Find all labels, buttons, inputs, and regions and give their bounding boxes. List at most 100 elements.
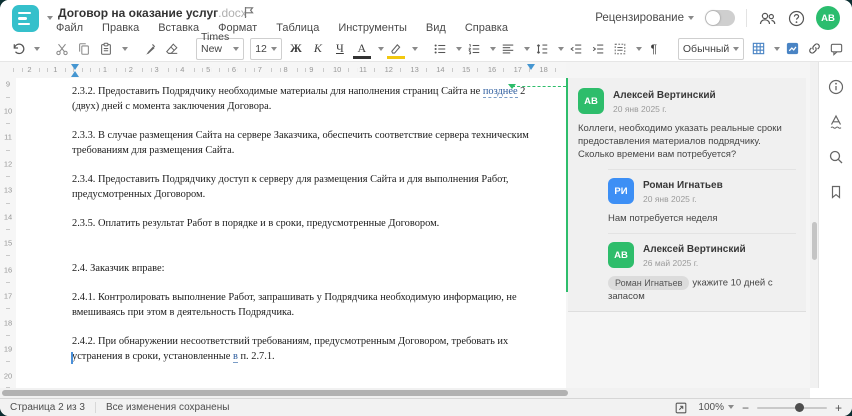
menu-table[interactable]: Таблица — [276, 22, 319, 34]
bookmark-icon[interactable] — [827, 183, 845, 201]
right-sidebar — [818, 62, 852, 388]
paragraph-style-select[interactable]: Обычный — [677, 37, 745, 60]
align-caret-icon[interactable] — [523, 46, 530, 51]
decrease-indent-button[interactable] — [566, 38, 586, 60]
insert-table-caret-icon[interactable] — [774, 46, 781, 51]
first-line-indent-marker[interactable] — [71, 64, 79, 70]
cut-button[interactable] — [52, 38, 72, 60]
paragraph-text: п. 2.7.1. — [237, 351, 275, 362]
numbered-list-button[interactable] — [464, 38, 484, 60]
paragraph-style-value: Обычный — [682, 42, 730, 55]
paragraph-settings-caret-icon[interactable] — [635, 46, 642, 51]
paragraph-2-3-4[interactable]: 2.3.4. Предоставить Подрядчику доступ к … — [72, 172, 534, 202]
fit-page-icon[interactable] — [672, 399, 690, 416]
paste-button[interactable] — [96, 38, 116, 60]
tracked-change-word[interactable]: позднее — [482, 86, 518, 98]
font-size-select[interactable]: 12 — [250, 37, 282, 60]
numbered-list-caret-icon[interactable] — [489, 46, 496, 51]
highlight-caret-icon[interactable] — [411, 46, 418, 51]
comment-author: Роман Игнатьев — [643, 180, 723, 191]
font-name-caret-icon — [233, 46, 240, 51]
comment-reply-item[interactable]: РИ Роман Игнатьев 20 янв 2025 г. Нам пот… — [608, 169, 796, 225]
menu-help[interactable]: Справка — [465, 22, 508, 34]
more-toolbar-button[interactable]: ··· — [848, 38, 852, 60]
menubar: Файл Правка Вставка Формат Таблица Инстр… — [56, 22, 508, 34]
font-color-caret-icon[interactable] — [377, 46, 384, 51]
bullet-list-caret-icon[interactable] — [455, 46, 462, 51]
italic-button[interactable]: К — [308, 38, 328, 60]
document-page[interactable]: 2.3.2. Предоставить Подрядчику необходим… — [16, 78, 566, 388]
search-icon[interactable] — [827, 148, 845, 166]
paragraph-2-4[interactable]: 2.4. Заказчик вправе: — [72, 261, 534, 276]
copy-button[interactable] — [74, 38, 94, 60]
horizontal-scrollbar-thumb[interactable] — [2, 390, 568, 396]
text-cursor — [71, 352, 73, 364]
review-mode-label: Рецензирование — [595, 12, 684, 24]
document-info-icon[interactable] — [827, 78, 845, 96]
format-painter-button[interactable] — [140, 38, 160, 60]
insert-link-button[interactable] — [804, 38, 824, 60]
comment-avatar: РИ — [608, 178, 634, 204]
insert-comment-button[interactable] — [826, 38, 846, 60]
font-name-select[interactable]: Times New ... — [196, 31, 245, 67]
bold-button[interactable]: Ж — [286, 38, 306, 60]
align-button[interactable] — [498, 38, 518, 60]
review-toggle[interactable] — [705, 10, 735, 26]
comment-thread-card[interactable]: АВ Алексей Вертинский 20 янв 2025 г. Кол… — [568, 78, 806, 312]
paragraph-2-4-2[interactable]: 2.4.2. При обнаружении несоответствий тр… — [72, 334, 534, 364]
review-caret-icon — [688, 15, 694, 20]
insert-table-button[interactable] — [748, 38, 768, 60]
paragraph-2-4-1[interactable]: 2.4.1. Контролировать выполнение Работ, … — [72, 290, 534, 320]
highlight-button[interactable] — [386, 38, 406, 60]
menu-tools[interactable]: Инструменты — [338, 22, 407, 34]
bullet-list-button[interactable] — [430, 38, 450, 60]
vertical-scrollbar-thumb[interactable] — [811, 222, 817, 260]
clear-style-button[interactable] — [162, 38, 182, 60]
zoom-level-select[interactable]: 100% — [698, 402, 734, 413]
undo-caret-icon[interactable] — [34, 46, 40, 51]
app-window: Договор на оказание услуг.docx Файл Прав… — [0, 0, 852, 416]
menu-file[interactable]: Файл — [56, 22, 83, 34]
comment-item[interactable]: АВ Алексей Вертинский 20 янв 2025 г. Кол… — [578, 88, 796, 161]
show-paragraph-marks-button[interactable]: ¶ — [644, 38, 664, 60]
horizontal-scrollbar[interactable] — [0, 388, 810, 398]
help-icon[interactable] — [787, 9, 805, 27]
zoom-caret-icon — [727, 405, 734, 410]
toolbar: Times New ... 12 Ж К Ч А ¶ Обычный ··· — [0, 31, 852, 67]
document-title: Договор на оказание услуг.docx — [58, 6, 247, 20]
zoom-in-button[interactable]: + — [835, 402, 842, 414]
vertical-ruler[interactable]: 9 10 11 12 13 14 15 16 17 18 19 20 — [0, 78, 17, 388]
menu-insert[interactable]: Вставка — [158, 22, 199, 34]
menu-edit[interactable]: Правка — [102, 22, 139, 34]
underline-button[interactable]: Ч — [330, 38, 350, 60]
undo-button[interactable] — [8, 38, 28, 60]
left-indent-marker[interactable] — [71, 71, 79, 77]
comment-reply-item[interactable]: АВ Алексей Вертинский 26 май 2025 г. Ром… — [608, 233, 796, 303]
zoom-out-button[interactable]: − — [742, 402, 749, 414]
app-menu-caret-icon[interactable] — [47, 16, 53, 20]
paragraph-2-3-2[interactable]: 2.3.2. Предоставить Подрядчику необходим… — [72, 84, 534, 114]
app-logo-icon[interactable] — [12, 5, 39, 32]
review-mode-dropdown[interactable]: Рецензирование — [595, 12, 694, 24]
mention-badge[interactable]: Роман Игнатьев — [608, 276, 690, 290]
zoom-slider[interactable] — [756, 403, 827, 412]
page-indicator[interactable]: Страница 2 из 3 — [10, 402, 85, 413]
document-text[interactable]: 2.3.2. Предоставить Подрядчику необходим… — [72, 84, 534, 378]
collaborators-icon[interactable] — [758, 9, 776, 27]
increase-indent-button[interactable] — [588, 38, 608, 60]
spellcheck-icon[interactable] — [827, 113, 845, 131]
user-avatar[interactable]: АВ — [816, 6, 840, 30]
paragraph-settings-button[interactable] — [610, 38, 630, 60]
paragraph-2-3-5[interactable]: 2.3.5. Оплатить результат Работ в порядк… — [72, 216, 534, 231]
horizontal-ruler[interactable]: 2 1 1 2 3 4 5 6 7 8 9 10 11 12 13 14 15 16 17 18 — [0, 62, 566, 79]
line-spacing-caret-icon[interactable] — [557, 46, 564, 51]
paragraph-2-3-3[interactable]: 2.3.3. В случае размещения Сайта на серв… — [72, 128, 534, 158]
header-divider — [746, 9, 747, 27]
insert-chart-button[interactable] — [782, 38, 802, 60]
menu-view[interactable]: Вид — [426, 22, 446, 34]
paste-caret-icon[interactable] — [122, 46, 128, 51]
font-color-button[interactable]: А — [352, 38, 372, 60]
zoom-slider-handle[interactable] — [794, 403, 804, 412]
line-spacing-button[interactable] — [532, 38, 552, 60]
vertical-scrollbar[interactable] — [810, 62, 818, 388]
